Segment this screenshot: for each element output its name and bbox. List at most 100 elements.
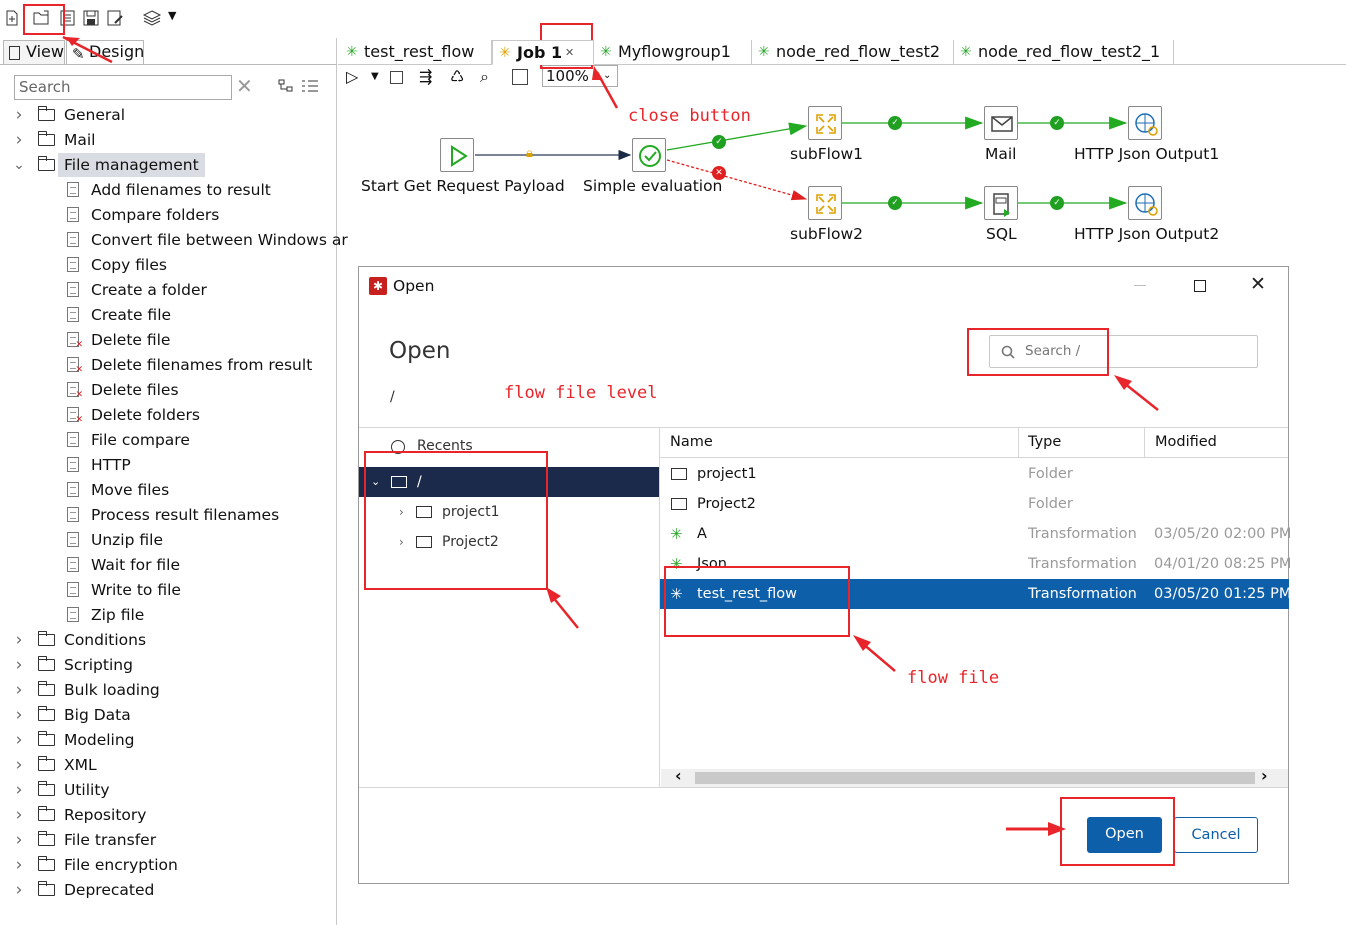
- tree-folder[interactable]: › XML: [0, 753, 336, 777]
- tree-folder[interactable]: › File transfer: [0, 828, 336, 852]
- chevron-right-icon[interactable]: ›: [13, 678, 25, 702]
- globe-icon: [1135, 113, 1158, 136]
- col-modified[interactable]: Modified: [1155, 434, 1217, 450]
- node-start[interactable]: [440, 138, 474, 172]
- tree-step[interactable]: ✕ Delete filenames from result: [0, 353, 336, 377]
- tree-folder[interactable]: › Modeling: [0, 728, 336, 752]
- mail-icon: [991, 116, 1013, 132]
- tree-step[interactable]: Write to file: [0, 578, 336, 602]
- file-step-icon: ✕: [67, 332, 83, 350]
- tree-folder[interactable]: › Bulk loading: [0, 678, 336, 702]
- tree-folder[interactable]: › Deprecated: [0, 878, 336, 902]
- folder-icon: [37, 781, 55, 796]
- node-subflow1[interactable]: [808, 106, 842, 140]
- tree-folder[interactable]: › Big Data: [0, 703, 336, 727]
- chevron-right-icon[interactable]: ›: [13, 828, 25, 852]
- chevron-right-icon[interactable]: ›: [13, 878, 25, 902]
- annotation-close-button: close button: [628, 106, 751, 126]
- chevron-right-icon[interactable]: ›: [13, 753, 25, 777]
- folder-icon: [37, 756, 55, 771]
- cancel-button[interactable]: Cancel: [1174, 817, 1258, 853]
- tree-label: Bulk loading: [64, 681, 160, 699]
- file-modified: 04/01/20 08:25 PM: [1154, 556, 1292, 572]
- close-icon[interactable]: ✕: [1250, 273, 1266, 295]
- chevron-right-icon[interactable]: ›: [13, 653, 25, 677]
- maximize-icon[interactable]: [1194, 280, 1206, 292]
- tree-label: Deprecated: [64, 881, 155, 899]
- globe-icon: [1135, 193, 1158, 216]
- file-step-icon: [67, 557, 79, 572]
- tree-label: Conditions: [64, 631, 147, 649]
- file-row[interactable]: ✳ A Transformation 03/05/20 02:00 PM: [660, 519, 1292, 549]
- file-step-icon: [67, 607, 79, 622]
- close-tab-icon[interactable]: ✕: [565, 41, 574, 65]
- file-step-icon: [67, 432, 79, 447]
- col-type[interactable]: Type: [1028, 434, 1061, 450]
- node-subflow2[interactable]: [808, 186, 842, 220]
- current-path: /: [390, 389, 395, 405]
- tree-folder[interactable]: › Utility: [0, 778, 336, 802]
- tree-folder[interactable]: › Scripting: [0, 653, 336, 677]
- folder-icon: [37, 831, 55, 846]
- tree-step[interactable]: Zip file: [0, 603, 336, 627]
- folder-icon: [37, 856, 55, 871]
- tree-label: Repository: [64, 806, 147, 824]
- tree-step[interactable]: File compare: [0, 428, 336, 452]
- editor-tab[interactable]: ✳ Job 1 ✕: [492, 40, 594, 65]
- minimize-icon[interactable]: [1134, 285, 1146, 286]
- folder-icon: [37, 706, 55, 721]
- tree-step[interactable]: Wait for file: [0, 553, 336, 577]
- node-sql-label: SQL: [986, 225, 1017, 243]
- node-http1[interactable]: [1128, 106, 1162, 140]
- scroll-right-icon[interactable]: ›: [1261, 766, 1268, 785]
- scroll-thumb[interactable]: [695, 772, 1255, 784]
- hop-ok-icon: ✓: [888, 196, 902, 210]
- file-type: Transformation: [1028, 526, 1137, 542]
- horizontal-scrollbar[interactable]: ‹ ›: [661, 766, 1288, 787]
- tree-label: Modeling: [64, 731, 135, 749]
- node-mail[interactable]: [984, 106, 1018, 140]
- tree-step[interactable]: HTTP: [0, 453, 336, 477]
- tree-step[interactable]: Process result filenames: [0, 503, 336, 527]
- col-divider: [1018, 428, 1019, 458]
- node-eval[interactable]: [632, 138, 666, 172]
- tree-folder[interactable]: › Conditions: [0, 628, 336, 652]
- tree-step[interactable]: ✕ Delete files: [0, 378, 336, 402]
- tree-step[interactable]: Move files: [0, 478, 336, 502]
- chevron-right-icon[interactable]: ›: [13, 728, 25, 752]
- chevron-right-icon[interactable]: ›: [13, 803, 25, 827]
- file-type: Folder: [1028, 496, 1073, 512]
- tree-step[interactable]: Create file: [0, 303, 336, 327]
- tree-step[interactable]: ✕ Delete folders: [0, 403, 336, 427]
- dialog-footer-divider: [359, 787, 1288, 788]
- node-sql[interactable]: [984, 186, 1018, 220]
- file-modified: 03/05/20 02:00 PM: [1154, 526, 1292, 542]
- chevron-right-icon[interactable]: ›: [13, 628, 25, 652]
- tree-label: Delete folders: [91, 406, 200, 424]
- tree-step[interactable]: Unzip file: [0, 528, 336, 552]
- tree-folder[interactable]: › Repository: [0, 803, 336, 827]
- file-name: Project2: [697, 496, 756, 512]
- scroll-left-icon[interactable]: ‹: [675, 766, 682, 785]
- file-row[interactable]: project1 Folder: [660, 459, 1289, 489]
- chevron-right-icon[interactable]: ›: [13, 853, 25, 877]
- file-type: Transformation: [1028, 556, 1137, 572]
- tree-step[interactable]: Create a folder: [0, 278, 336, 302]
- file-step-icon: [67, 457, 79, 472]
- col-name[interactable]: Name: [670, 434, 713, 450]
- subflow-icon: [816, 114, 836, 134]
- tree-folder[interactable]: › File encryption: [0, 853, 336, 877]
- node-subflow1-label: subFlow1: [790, 145, 863, 163]
- node-http2[interactable]: [1128, 186, 1162, 220]
- check-circle-icon: [639, 145, 661, 167]
- hop-ok-icon: ✓: [888, 116, 902, 130]
- chevron-right-icon[interactable]: ›: [13, 703, 25, 727]
- tree-step[interactable]: ✕ Delete file: [0, 328, 336, 352]
- file-step-icon: [67, 482, 79, 497]
- node-eval-label: Simple evaluation: [583, 177, 723, 195]
- folder-icon: [37, 656, 55, 671]
- app-logo: ✱: [369, 277, 387, 295]
- folder-icon: [37, 806, 55, 821]
- file-row[interactable]: Project2 Folder: [660, 489, 1289, 519]
- chevron-right-icon[interactable]: ›: [13, 778, 25, 802]
